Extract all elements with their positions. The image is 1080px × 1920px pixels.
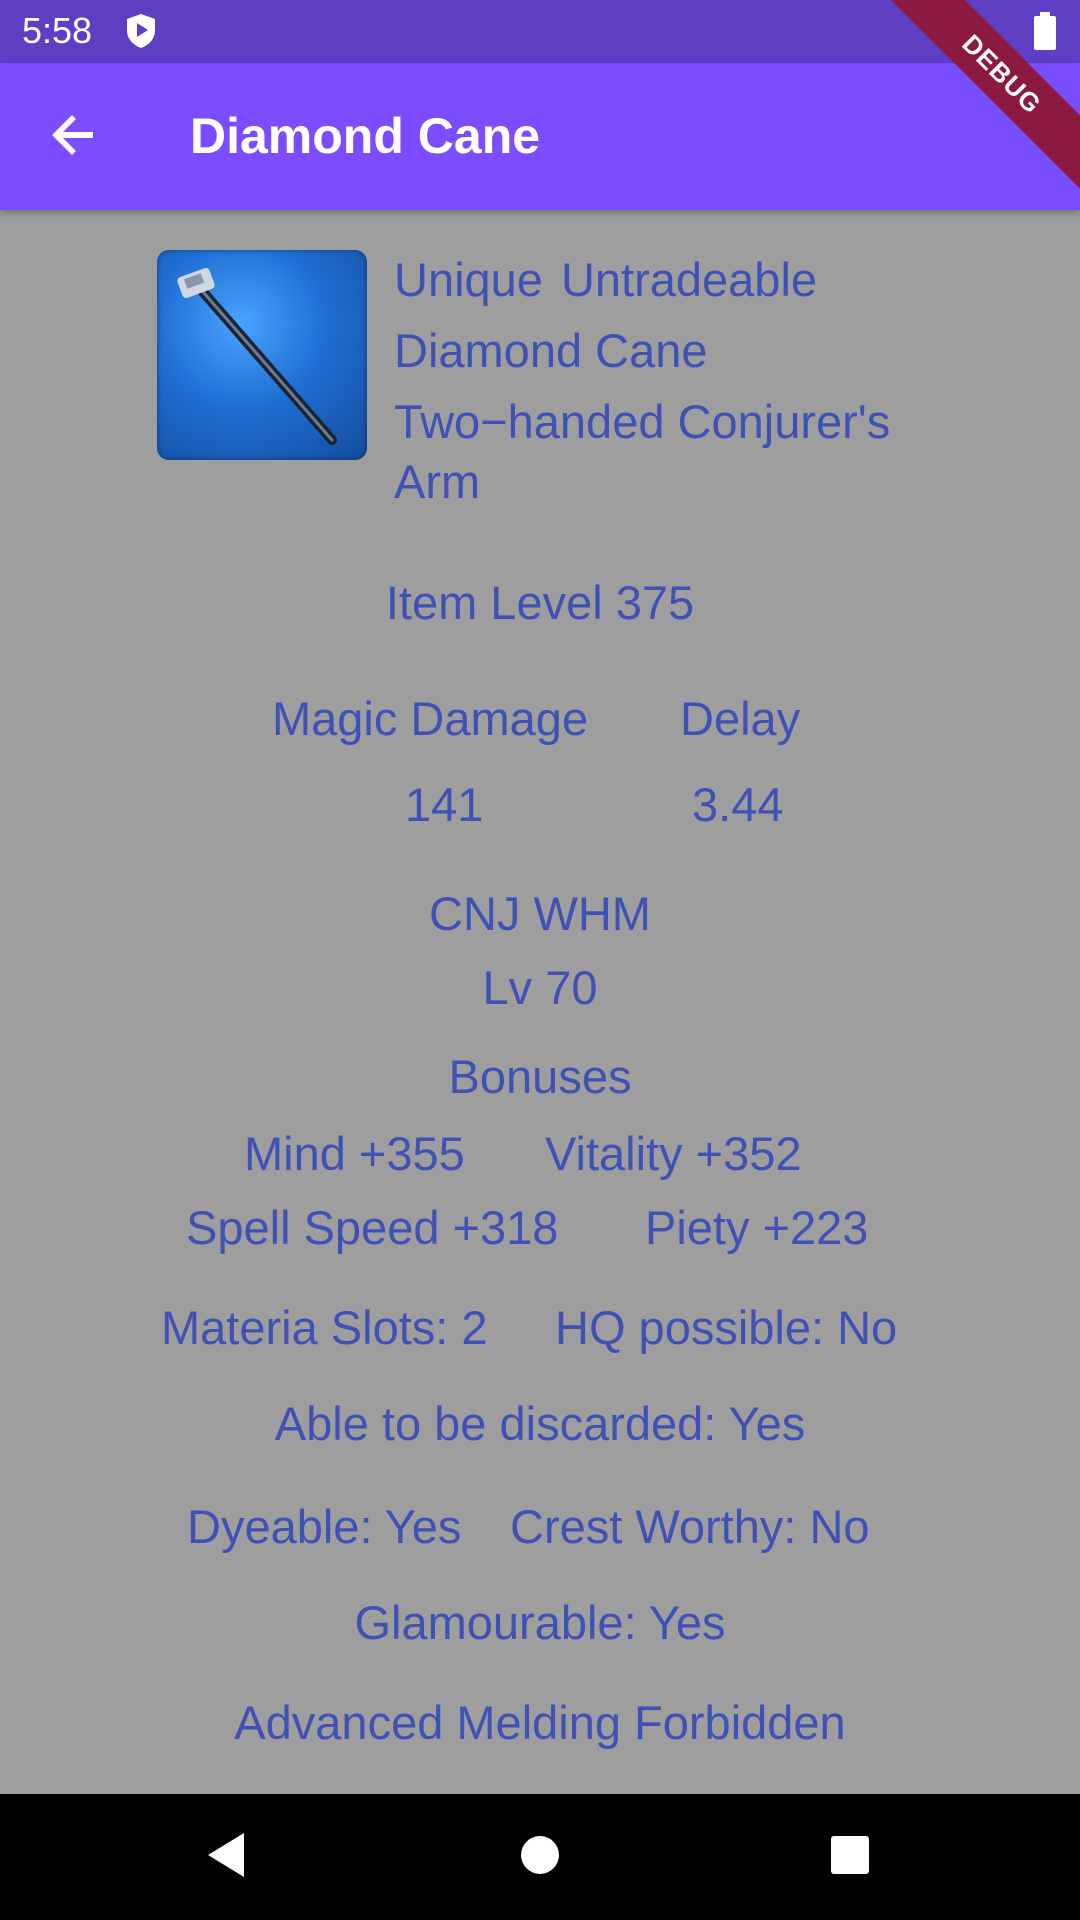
item-flags: Unique Untradeable — [394, 256, 1014, 303]
delay-value: 3.44 — [692, 778, 784, 831]
item-level: Item Level 375 — [385, 576, 695, 629]
item-required-level: Lv 70 — [482, 961, 598, 1014]
item-jobs: CNJ WHM — [429, 887, 651, 940]
app-bar: Diamond Cane — [0, 63, 1080, 210]
glamourable: Glamourable: Yes — [354, 1596, 726, 1649]
bonus-mind: Mind +355 — [244, 1127, 465, 1180]
bonus-piety: Piety +223 — [645, 1201, 869, 1254]
bonus-vitality: Vitality +352 — [545, 1127, 802, 1180]
item-name: Diamond Cane — [394, 324, 708, 377]
magic-damage-label: Magic Damage — [272, 692, 589, 745]
flag-untradeable: Untradeable — [560, 253, 818, 306]
status-time: 5:58 — [22, 10, 93, 51]
advanced-melding: Advanced Melding Forbidden — [234, 1696, 846, 1749]
magic-damage-value: 141 — [405, 778, 484, 831]
item-category-line2: Arm — [394, 455, 481, 508]
shield-icon — [124, 12, 158, 50]
item-header: Unique Untradeable Diamond Cane Two−hande… — [394, 256, 1014, 529]
dyeable: Dyeable: Yes — [187, 1500, 462, 1553]
screen: 5:58 Diamond Cane DEBUG Unique Untradeab… — [0, 0, 1080, 1920]
arrow-back-icon — [49, 110, 99, 165]
hq-possible: HQ possible: No — [555, 1301, 898, 1354]
bonus-spell-speed: Spell Speed +318 — [186, 1201, 559, 1254]
nav-home-circle-icon — [520, 1835, 560, 1880]
discardable: Able to be discarded: Yes — [274, 1397, 806, 1450]
bonuses-title: Bonuses — [448, 1050, 632, 1103]
nav-back-triangle-icon — [204, 1831, 248, 1884]
navigation-bar — [0, 1794, 1080, 1920]
item-details: Unique Untradeable Diamond Cane Two−hande… — [0, 210, 1080, 1794]
item-icon — [157, 250, 367, 460]
delay-label: Delay — [680, 692, 801, 745]
nav-recents-square-icon — [830, 1835, 870, 1880]
battery-icon — [1034, 12, 1056, 50]
nav-home-button[interactable] — [480, 1794, 600, 1920]
nav-recents-button[interactable] — [790, 1794, 910, 1920]
page-title: Diamond Cane — [190, 108, 541, 164]
nav-back-button[interactable] — [166, 1794, 286, 1920]
materia-slots: Materia Slots: 2 — [161, 1301, 488, 1354]
back-button[interactable] — [30, 93, 118, 181]
flag-unique: Unique — [394, 253, 543, 306]
crest-worthy: Crest Worthy: No — [510, 1500, 870, 1553]
item-category-line1: Two−handed Conjurer's — [394, 395, 891, 448]
